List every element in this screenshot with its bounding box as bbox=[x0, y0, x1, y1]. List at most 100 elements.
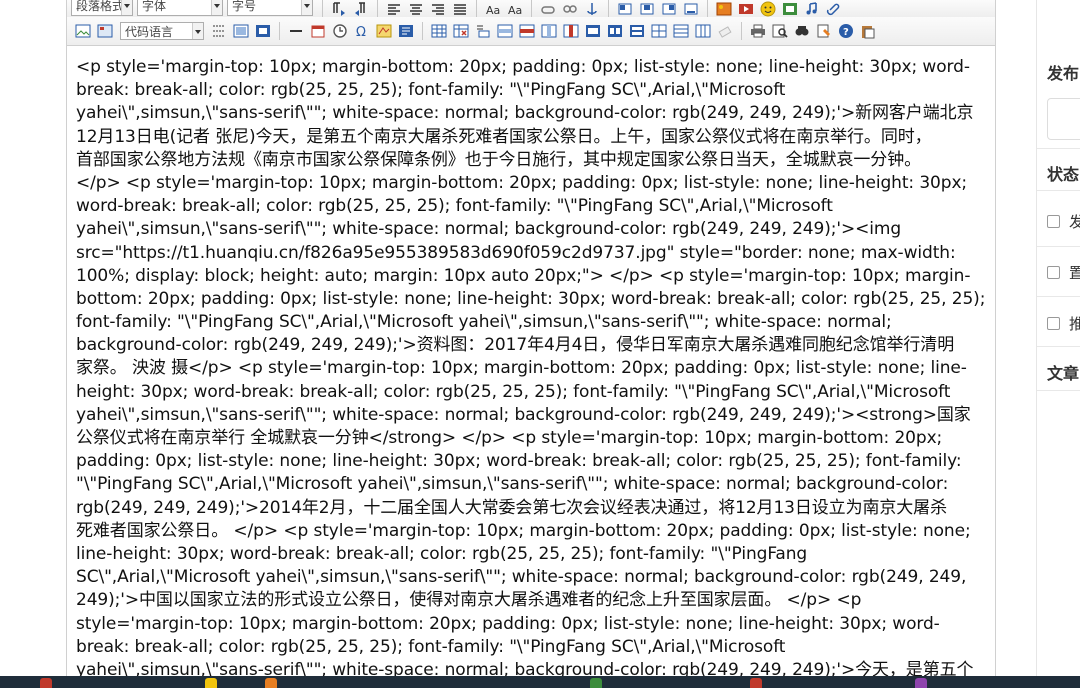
eraser-icon[interactable] bbox=[717, 23, 733, 39]
insert-row-icon[interactable] bbox=[497, 23, 513, 39]
editor-line: break: break-all; color: rgb(25, 25, 25)… bbox=[76, 80, 786, 101]
editor-line: 死难者国家公祭日。 </p> <p style='margin-top: 10p… bbox=[76, 520, 971, 541]
split-cols-icon[interactable] bbox=[695, 23, 711, 39]
insert-paragraph-before-table-icon[interactable] bbox=[475, 23, 491, 39]
editor-line: </p> <p style='margin-top: 10px; margin-… bbox=[76, 172, 968, 193]
time-icon[interactable] bbox=[332, 23, 348, 39]
map-icon[interactable] bbox=[782, 1, 798, 17]
status-option-label: 推 bbox=[1069, 316, 1080, 333]
delete-row-icon[interactable] bbox=[519, 23, 535, 39]
split-cells-icon[interactable] bbox=[651, 23, 667, 39]
video-icon[interactable] bbox=[738, 1, 754, 17]
print-icon[interactable] bbox=[750, 23, 766, 39]
editor-line: 100%; display: block; height: auto; marg… bbox=[76, 265, 971, 286]
toolbar-separator bbox=[279, 22, 280, 40]
insert-col-icon[interactable] bbox=[541, 23, 557, 39]
editor-line: word-break: break-all; color: rgb(25, 25… bbox=[76, 196, 833, 217]
editor-content[interactable]: <p style='margin-top: 10px; margin-botto… bbox=[76, 56, 986, 682]
status-checkbox[interactable] bbox=[1047, 317, 1060, 330]
font-size-value: 字号 bbox=[232, 0, 257, 13]
template-icon[interactable] bbox=[97, 23, 113, 39]
horizontal-rule-icon[interactable] bbox=[288, 23, 304, 39]
help-icon[interactable]: ? bbox=[838, 23, 854, 39]
taskbar-app-icon[interactable] bbox=[590, 678, 602, 688]
editor-line: yahei\",simsun,\"sans-serif\""; white-sp… bbox=[76, 404, 971, 425]
taskbar-app-icon[interactable] bbox=[750, 678, 762, 688]
insert-table-icon[interactable] bbox=[431, 23, 447, 39]
search-replace-icon[interactable] bbox=[794, 23, 810, 39]
taskbar-app-icon[interactable] bbox=[915, 678, 927, 688]
preview-icon[interactable] bbox=[772, 23, 788, 39]
drafts-icon[interactable] bbox=[816, 23, 832, 39]
toolbar-row-1: 段落格式 字体 字号 Aa Aa bbox=[67, 0, 995, 18]
ltr-icon[interactable] bbox=[331, 1, 347, 17]
date-icon[interactable] bbox=[310, 23, 326, 39]
font-family-value: 字体 bbox=[142, 0, 167, 13]
align-center-icon[interactable] bbox=[408, 1, 424, 17]
editor-line: SC\",Arial,\"Microsoft yahei\",simsun,\"… bbox=[76, 567, 967, 588]
insert-image-icon[interactable] bbox=[75, 23, 91, 39]
unlink-icon[interactable] bbox=[562, 1, 578, 17]
editor-line: yahei\",simsun,\"sans-serif\""; white-sp… bbox=[76, 103, 974, 124]
background-icon[interactable] bbox=[255, 23, 271, 39]
scrawl-icon[interactable] bbox=[376, 23, 392, 39]
align-justify-icon[interactable] bbox=[452, 1, 468, 17]
chevron-down-icon bbox=[301, 0, 312, 15]
merge-cells-icon[interactable] bbox=[585, 23, 601, 39]
code-language-select[interactable]: 代码语言 bbox=[120, 22, 204, 40]
align-right-icon[interactable] bbox=[430, 1, 446, 17]
emotion-icon[interactable] bbox=[760, 1, 776, 17]
toolbar-separator bbox=[531, 0, 532, 17]
status-option-row[interactable]: 推 bbox=[1037, 298, 1080, 347]
taskbar-app-icon[interactable] bbox=[205, 678, 217, 688]
image-none-icon[interactable] bbox=[683, 1, 699, 17]
image-right-icon[interactable] bbox=[661, 1, 677, 17]
status-panel-header: 状态 bbox=[1037, 150, 1080, 191]
rich-text-editor: 段落格式 字体 字号 Aa Aa 代码语言 Ω ? <p style='marg… bbox=[66, 0, 996, 680]
editor-line: 12月13日电(记者 张尼)今天，是第五个南京大屠杀死难者国家公祭日。上午，国家… bbox=[76, 126, 932, 147]
status-title: 状态 bbox=[1047, 167, 1080, 184]
rtl-icon[interactable] bbox=[353, 1, 369, 17]
image-icon[interactable] bbox=[716, 1, 732, 17]
page-break-icon[interactable] bbox=[211, 23, 227, 39]
font-family-select[interactable]: 字体 bbox=[137, 0, 223, 16]
anchor-icon[interactable] bbox=[584, 1, 600, 17]
status-checkbox[interactable] bbox=[1047, 266, 1060, 279]
editor-line: background-color: rgb(249, 249, 249);'>资… bbox=[76, 335, 955, 356]
editor-line: 家祭。 泱波 摄</p> <p style='margin-top: 10px;… bbox=[76, 358, 967, 379]
attachment-icon[interactable] bbox=[826, 1, 842, 17]
taskbar-app-icon[interactable] bbox=[40, 678, 52, 688]
status-option-row[interactable]: 发 bbox=[1037, 196, 1080, 247]
special-chars-icon[interactable]: Ω bbox=[354, 23, 370, 39]
link-icon[interactable] bbox=[540, 1, 556, 17]
image-center-icon[interactable] bbox=[639, 1, 655, 17]
toolbar-separator bbox=[322, 0, 323, 17]
delete-table-icon[interactable] bbox=[453, 23, 469, 39]
delete-col-icon[interactable] bbox=[563, 23, 579, 39]
article-title: 文章 bbox=[1047, 366, 1080, 383]
article-panel-header: 文章 bbox=[1037, 348, 1080, 391]
paragraph-format-select[interactable]: 段落格式 bbox=[71, 0, 133, 16]
editor-line: 249);'>中国以国家立法的形式设立公祭日，使得对南京大屠杀遇难者的纪念上升至… bbox=[76, 590, 862, 611]
lowercase-icon[interactable]: Aa bbox=[507, 1, 523, 17]
image-left-icon[interactable] bbox=[617, 1, 633, 17]
paste-icon[interactable] bbox=[860, 23, 876, 39]
code-language-value: 代码语言 bbox=[125, 25, 174, 39]
publish-input[interactable] bbox=[1047, 98, 1080, 140]
status-checkbox[interactable] bbox=[1047, 215, 1060, 228]
taskbar-app-icon[interactable] bbox=[265, 678, 277, 688]
right-sidebar: 发布 状态 发 置 推 文章 bbox=[1036, 0, 1080, 688]
word-image-icon[interactable] bbox=[398, 23, 414, 39]
merge-down-icon[interactable] bbox=[629, 23, 645, 39]
editor-line: rgb(249, 249, 249);'>2014年2月，十二届全国人大常委会第… bbox=[76, 497, 947, 518]
music-icon[interactable] bbox=[804, 1, 820, 17]
status-option-row[interactable]: 置 bbox=[1037, 248, 1080, 297]
uppercase-icon[interactable]: Aa bbox=[485, 1, 501, 17]
font-size-select[interactable]: 字号 bbox=[227, 0, 313, 16]
merge-right-icon[interactable] bbox=[607, 23, 623, 39]
align-left-icon[interactable] bbox=[386, 1, 402, 17]
svg-text:Aa: Aa bbox=[508, 4, 522, 17]
status-option-label: 发 bbox=[1069, 214, 1080, 231]
split-rows-icon[interactable] bbox=[673, 23, 689, 39]
insert-frame-icon[interactable] bbox=[233, 23, 249, 39]
